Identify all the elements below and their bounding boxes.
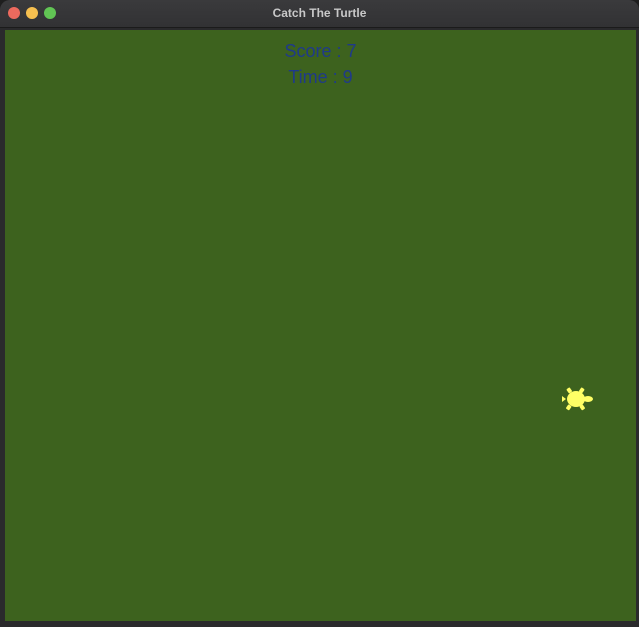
turtle-icon[interactable] xyxy=(561,384,597,414)
time-label: Time : 9 xyxy=(288,67,353,87)
game-canvas[interactable]: Score : 7 Time : 9 xyxy=(5,30,636,621)
window-title: Catch The Turtle xyxy=(272,6,367,20)
score-label: Score : 7 xyxy=(284,41,357,61)
window-bottom-edge xyxy=(0,621,639,627)
title-bar[interactable]: Catch The Turtle xyxy=(0,0,639,28)
game-window: Catch The Turtle Score : 7 Time : 9 xyxy=(0,0,639,627)
